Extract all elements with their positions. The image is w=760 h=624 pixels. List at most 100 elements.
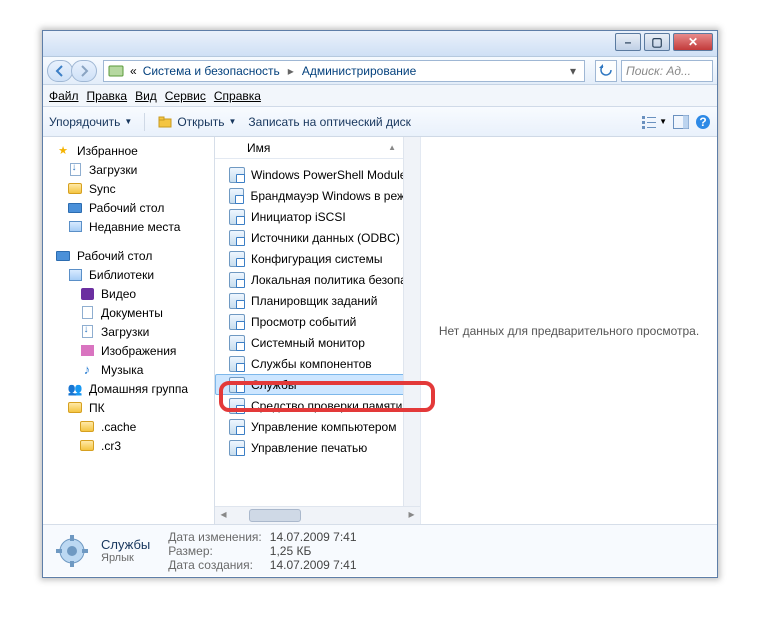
folder-icon — [79, 438, 95, 454]
nav-libraries[interactable]: Библиотеки — [49, 265, 212, 284]
list-item-label: Службы компонентов — [251, 357, 372, 371]
list-item[interactable]: Просмотр событий — [215, 311, 420, 332]
details-pane: Службы Ярлык Дата изменения: 14.07.2009 … — [43, 525, 717, 576]
shortcut-icon — [229, 356, 245, 372]
column-header-name[interactable]: Имя▲ — [215, 137, 420, 159]
breadcrumb-level2[interactable]: Администрирование — [302, 64, 416, 78]
command-bar: Упорядочить▼ Открыть▼ Записать на оптиче… — [43, 107, 717, 137]
help-button[interactable]: ? — [695, 114, 711, 130]
nav-recent[interactable]: Недавние места — [49, 217, 212, 236]
back-button[interactable] — [47, 60, 73, 82]
breadcrumb-level1[interactable]: Система и безопасность — [143, 64, 280, 78]
separator — [144, 113, 145, 131]
list-item-label: Локальная политика безопас — [251, 273, 413, 287]
close-button[interactable]: ✕ — [673, 33, 713, 51]
maximize-button[interactable]: ▢ — [644, 33, 670, 51]
preview-pane-button[interactable] — [673, 115, 689, 129]
details-created-value: 14.07.2009 7:41 — [270, 558, 357, 572]
minimize-button[interactable]: – — [615, 33, 641, 51]
list-item-label: Инициатор iSCSI — [251, 210, 346, 224]
menu-tools[interactable]: Сервис — [165, 89, 206, 103]
horizontal-scrollbar[interactable]: ◂ ▸ — [215, 506, 420, 524]
details-type: Ярлык — [101, 552, 150, 564]
list-item[interactable]: Брандмауэр Windows в режим — [215, 185, 420, 206]
list-item-label: Управление печатью — [251, 441, 367, 455]
list-item[interactable]: Источники данных (ODBC) — [215, 227, 420, 248]
forward-button[interactable] — [71, 60, 97, 82]
menu-view[interactable]: Вид — [135, 89, 157, 103]
nav-downloads-lib[interactable]: Загрузки — [49, 322, 212, 341]
view-options-button[interactable]: ▼ — [641, 115, 667, 129]
shortcut-icon — [229, 230, 245, 246]
chevron-right-icon[interactable]: ▸ — [286, 64, 296, 78]
list-item-label: Управление компьютером — [251, 420, 396, 434]
navigation-pane: ★Избранное Загрузки Sync Рабочий стол Не… — [43, 137, 215, 524]
list-item[interactable]: Службы компонентов — [215, 353, 420, 374]
nav-desktop[interactable]: Рабочий стол — [49, 198, 212, 217]
search-placeholder: Поиск: Ад... — [626, 64, 691, 78]
menu-bar: Файл Правка Вид Сервис Справка — [43, 85, 717, 107]
folder-icon — [67, 400, 83, 416]
shortcut-icon — [229, 188, 244, 204]
music-icon: ♪ — [79, 362, 95, 378]
shortcut-icon — [229, 293, 245, 309]
download-icon — [79, 324, 95, 340]
details-size-label: Размер: — [168, 544, 262, 558]
burn-button[interactable]: Записать на оптический диск — [248, 115, 411, 129]
list-item-label: Источники данных (ODBC) — [251, 231, 400, 245]
menu-edit[interactable]: Правка — [87, 89, 128, 103]
download-icon — [67, 162, 83, 178]
details-created-label: Дата создания: — [168, 558, 262, 572]
list-item[interactable]: Планировщик заданий — [215, 290, 420, 311]
menu-help[interactable]: Справка — [214, 89, 261, 103]
breadcrumb-prefix: « — [130, 64, 137, 78]
preview-empty-text: Нет данных для предварительного просмотр… — [439, 324, 699, 338]
list-item[interactable]: Системный монитор — [215, 332, 420, 353]
shortcut-icon — [229, 314, 245, 330]
nav-sync[interactable]: Sync — [49, 179, 212, 198]
refresh-button[interactable] — [595, 60, 617, 82]
list-item-label: Планировщик заданий — [251, 294, 377, 308]
nav-desktop-root[interactable]: Рабочий стол — [49, 246, 212, 265]
recent-icon — [67, 219, 83, 235]
address-bar[interactable]: « Система и безопасность ▸ Администриров… — [103, 60, 585, 82]
list-item[interactable]: Средство проверки памяти W — [215, 395, 420, 416]
shortcut-icon — [229, 251, 245, 267]
nav-music[interactable]: ♪Музыка — [49, 360, 212, 379]
details-title: Службы — [101, 537, 150, 552]
search-input[interactable]: Поиск: Ад... — [621, 60, 713, 82]
nav-bar: « Система и безопасность ▸ Администриров… — [43, 57, 717, 85]
gear-icon — [54, 533, 90, 569]
nav-pc[interactable]: ПК — [49, 398, 212, 417]
list-item[interactable]: Управление печатью — [215, 437, 420, 458]
libraries-icon — [67, 267, 83, 283]
nav-cr3[interactable]: .cr3 — [49, 436, 212, 455]
list-item-label: Брандмауэр Windows в режим — [250, 189, 420, 203]
refresh-icon — [599, 64, 613, 78]
nav-downloads[interactable]: Загрузки — [49, 160, 212, 179]
details-size-value: 1,25 КБ — [270, 544, 357, 558]
list-item[interactable]: Управление компьютером — [215, 416, 420, 437]
open-icon — [157, 114, 173, 130]
menu-file[interactable]: Файл — [49, 89, 79, 103]
nav-videos[interactable]: Видео — [49, 284, 212, 303]
title-bar[interactable]: – ▢ ✕ — [43, 31, 717, 57]
preview-pane: Нет данных для предварительного просмотр… — [421, 137, 717, 524]
list-item[interactable]: Локальная политика безопас — [215, 269, 420, 290]
organize-button[interactable]: Упорядочить▼ — [49, 115, 132, 129]
arrow-left-icon — [54, 65, 66, 77]
list-item[interactable]: Конфигурация системы — [215, 248, 420, 269]
open-button[interactable]: Открыть▼ — [157, 114, 236, 130]
list-item-label: Службы — [251, 378, 296, 392]
nav-favorites[interactable]: ★Избранное — [49, 141, 212, 160]
nav-documents[interactable]: Документы — [49, 303, 212, 322]
list-item[interactable]: Службы — [215, 374, 420, 395]
address-dropdown[interactable]: ▾ — [566, 64, 580, 78]
vertical-scrollbar[interactable] — [403, 137, 420, 506]
nav-pictures[interactable]: Изображения — [49, 341, 212, 360]
list-item[interactable]: Инициатор iSCSI — [215, 206, 420, 227]
pictures-icon — [79, 343, 95, 359]
nav-cache[interactable]: .cache — [49, 417, 212, 436]
nav-homegroup[interactable]: 👥Домашняя группа — [49, 379, 212, 398]
list-item[interactable]: Windows PowerShell Modules — [215, 164, 420, 185]
